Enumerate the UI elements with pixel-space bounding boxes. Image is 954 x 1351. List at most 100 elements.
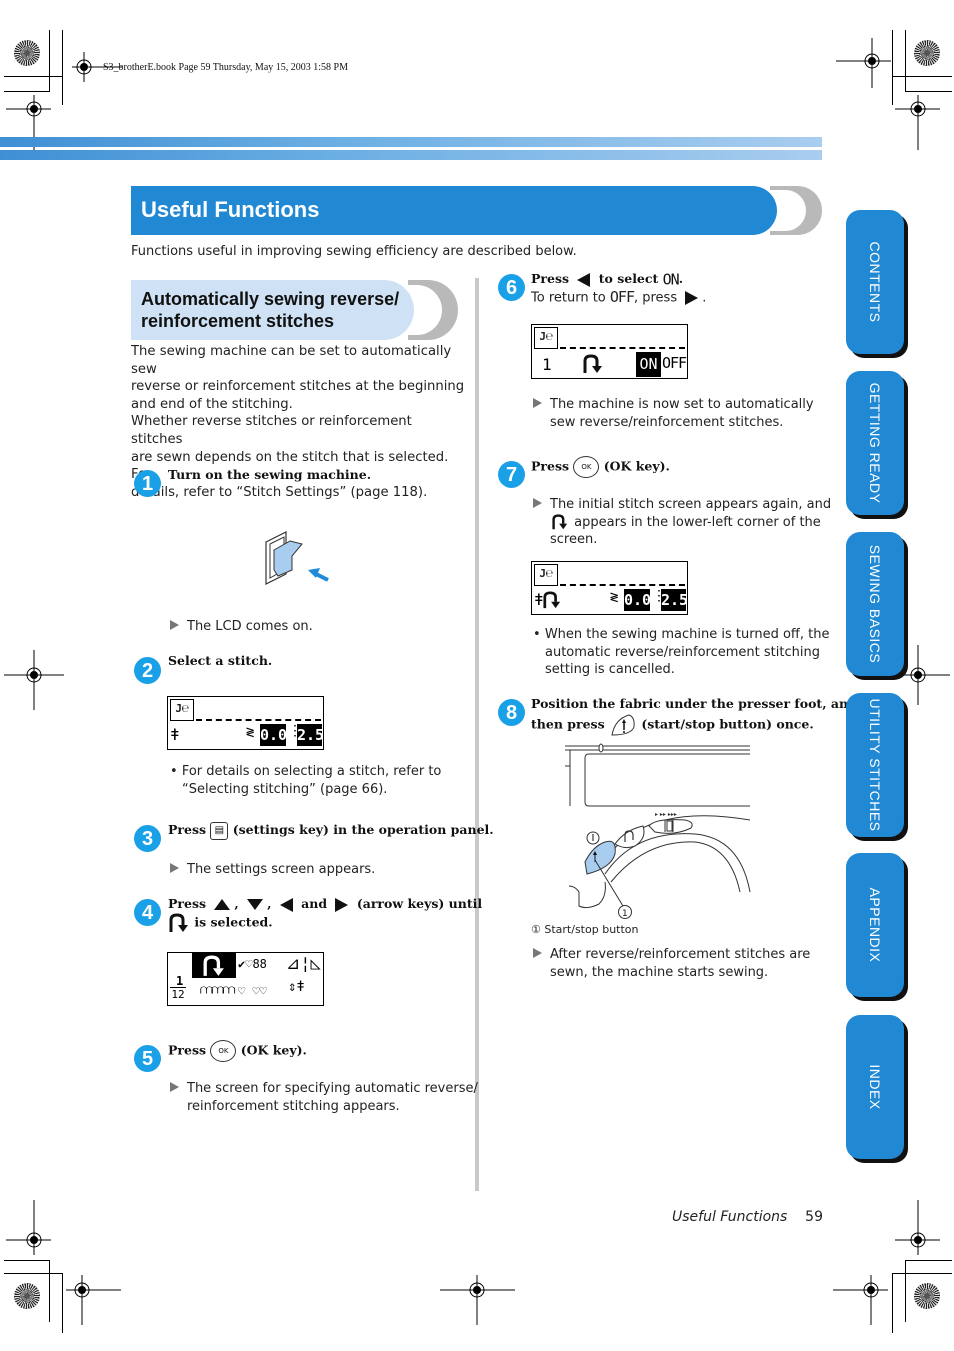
reverse-stitch-icon xyxy=(203,955,224,976)
step-note: • For details on selecting a stitch, ref… xyxy=(170,763,441,798)
mirror-icon: ⊿¦◺ xyxy=(286,954,321,974)
step-result: The machine is now set to automatically … xyxy=(533,396,814,431)
width-value: 0.0 xyxy=(624,589,652,611)
page-number: 1 xyxy=(542,355,552,374)
header-band xyxy=(0,137,822,147)
result-text: sewn, the machine starts sewing. xyxy=(550,964,769,980)
step-badge: 7 xyxy=(498,461,525,488)
svg-text:1: 1 xyxy=(622,909,628,919)
stitch-icon: J℮ xyxy=(534,564,558,586)
step-title: Press to select ON. xyxy=(531,270,684,289)
lcd-stitch-screen: J℮ ǂ ≷ 0.0 ⋮ 2.5 xyxy=(167,696,324,750)
result-text: screen. xyxy=(550,532,598,548)
left-arrow-key-icon xyxy=(279,897,293,912)
bullet-dot: • xyxy=(170,764,182,779)
crop-mark xyxy=(4,1273,62,1274)
result-text: sew reverse/reinforcement stitches. xyxy=(550,414,784,430)
tab-label: APPENDIX xyxy=(867,887,883,963)
separator: , xyxy=(267,896,272,911)
crop-mark xyxy=(892,76,952,77)
down-arrow-key-icon xyxy=(247,899,264,910)
tab-sewing-basics[interactable]: SEWING BASICS xyxy=(846,532,904,676)
section-heading: Automatically sewing reverse/ reinforcem… xyxy=(141,288,399,332)
step-badge: 4 xyxy=(134,899,161,926)
page-number: 1 xyxy=(176,974,184,988)
step-title: Position the fabric under the presser fo… xyxy=(531,695,857,737)
crop-mark xyxy=(905,1260,952,1261)
step-title-text: Position the fabric under the presser fo… xyxy=(531,696,857,711)
result-text: The initial stitch screen appears again,… xyxy=(550,497,832,512)
step-title: Press ▤ (settings key) in the operation … xyxy=(168,821,494,840)
crop-mark xyxy=(4,91,49,92)
tab-appendix[interactable]: APPENDIX xyxy=(846,853,904,997)
result-arrow-icon xyxy=(170,1082,179,1092)
step-title: Select a stitch. xyxy=(168,653,273,668)
paragraph-line: details, refer to “Stitch Settings” (pag… xyxy=(131,484,428,500)
step-title-text: Press xyxy=(531,271,570,286)
result-arrow-icon xyxy=(170,863,179,873)
tab-label: UTILITY STITCHES xyxy=(867,698,883,832)
registration-mark-icon xyxy=(66,1275,121,1325)
result-arrow-icon xyxy=(533,398,542,408)
step-title-text: (start/stop button) once. xyxy=(641,716,814,732)
stitch-icon: J℮ xyxy=(534,327,558,349)
crop-mark xyxy=(892,1273,893,1333)
settings-key-icon: ▤ xyxy=(210,821,229,840)
subtext: To return to xyxy=(531,290,606,306)
lcd-reverse-screen: J℮ 1 ON OFF xyxy=(531,324,688,379)
zigzag-icon: ≷ xyxy=(246,724,255,740)
left-arrow-key-icon xyxy=(577,272,591,287)
reverse-stitch-icon xyxy=(552,514,568,530)
header-band xyxy=(0,150,822,160)
registration-rosette-icon xyxy=(914,40,940,66)
registration-mark-icon xyxy=(4,650,64,710)
buttonhole-icon: ⩋⩋⩋ xyxy=(200,983,235,998)
right-arrow-key-icon xyxy=(685,290,699,305)
stitch-icon: J℮ xyxy=(170,699,194,721)
reverse-stitch-icon xyxy=(543,591,561,609)
result-text: The settings screen appears. xyxy=(187,862,376,877)
off-option: OFF xyxy=(662,354,687,372)
tab-contents[interactable]: CONTENTS xyxy=(846,210,904,354)
column-divider xyxy=(475,278,479,1191)
machine-front-illustration: ▸ ▸▸ ▸▸▸ 1 xyxy=(565,743,751,919)
setting-icons: ♡ ♡♡ xyxy=(238,984,267,998)
selected-setting xyxy=(192,953,236,978)
step-title-text: Press xyxy=(168,822,207,837)
tab-utility-stitches[interactable]: UTILITY STITCHES xyxy=(846,693,904,837)
tab-getting-ready[interactable]: GETTING READY xyxy=(846,371,904,515)
tab-index[interactable]: INDEX xyxy=(846,1015,904,1159)
step-title: Press OK (OK key). xyxy=(168,1040,307,1062)
paragraph-line: Whether reverse stitches or reinforcemen… xyxy=(131,414,412,447)
crop-mark xyxy=(4,76,62,77)
step-badge: 1 xyxy=(134,470,161,497)
section-heading-line: reinforcement stitches xyxy=(141,311,335,331)
off-label: OFF xyxy=(609,288,635,306)
figure-caption: ① Start/stop button xyxy=(531,923,639,936)
on-option: ON xyxy=(636,352,661,377)
tab-label: CONTENTS xyxy=(867,241,883,323)
crop-mark xyxy=(905,91,952,92)
ok-key-icon: OK xyxy=(210,1040,237,1062)
step-badge: 8 xyxy=(498,699,525,726)
step-badge: 5 xyxy=(134,1045,161,1072)
page-total: 12 xyxy=(170,987,186,1001)
step-title-text: Press xyxy=(531,458,570,474)
step-title-text: to select xyxy=(598,271,659,286)
crop-mark xyxy=(62,1273,63,1333)
result-text: appears in the lower-left corner of the xyxy=(574,514,821,530)
page-title: Useful Functions xyxy=(141,197,320,222)
start-stop-button-icon xyxy=(611,714,635,736)
crop-mark xyxy=(4,1260,49,1261)
crop-mark xyxy=(62,30,63,105)
step-title-text: Press xyxy=(168,896,207,911)
step-title-text: (OK key). xyxy=(603,458,670,474)
tab-label: SEWING BASICS xyxy=(867,544,883,664)
step-title-text: Press xyxy=(168,1042,207,1058)
step-title-text: (OK key). xyxy=(240,1042,307,1058)
lcd-dashed-line xyxy=(560,347,685,349)
registration-rosette-icon xyxy=(14,40,40,66)
note-line: When the sewing machine is turned off, t… xyxy=(544,627,830,642)
registration-mark-icon xyxy=(895,1200,940,1255)
result-text: The machine is now set to automatically xyxy=(550,397,814,412)
